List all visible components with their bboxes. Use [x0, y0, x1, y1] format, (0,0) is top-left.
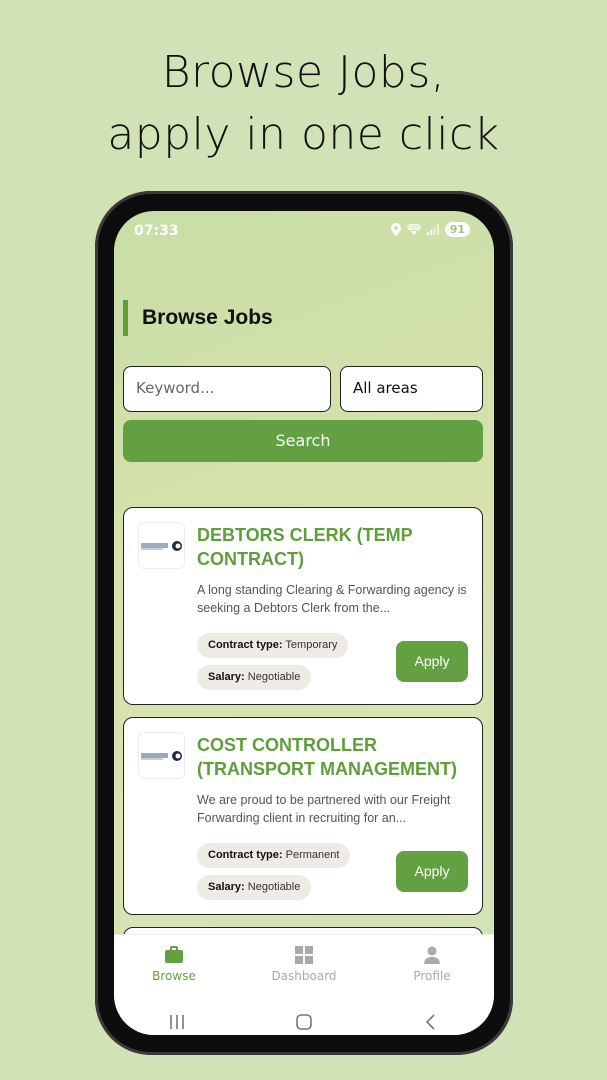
- bottom-nav: Browse Dashboard Profile: [114, 934, 494, 1035]
- briefcase-icon: [165, 946, 183, 963]
- salary-label: Salary:: [208, 881, 245, 893]
- apply-button[interactable]: Apply: [396, 851, 468, 892]
- job-description: A long standing Clearing & Forwarding ag…: [197, 583, 467, 615]
- contract-type-label: Contract type:: [208, 639, 283, 651]
- nav-item-profile[interactable]: Profile: [372, 945, 492, 983]
- nav-label-profile: Profile: [413, 969, 451, 983]
- area-select[interactable]: All areas: [340, 366, 483, 412]
- nav-item-dashboard[interactable]: Dashboard: [244, 945, 364, 983]
- salary-value: Negotiable: [247, 671, 301, 683]
- contract-type-tag: Contract type: Temporary: [197, 633, 349, 658]
- status-icons: 91: [390, 222, 470, 237]
- location-icon: [390, 223, 401, 236]
- salary-tag: Salary: Negotiable: [197, 875, 312, 900]
- nav-label-browse: Browse: [152, 969, 196, 983]
- phone-screen: 07:33 91 Browse Jobs Keyword... All area…: [114, 211, 494, 1035]
- job-card[interactable]: COST CONTROLLER (TRANSPORT MANAGEMENT) W…: [123, 717, 483, 915]
- salary-label: Salary:: [208, 671, 245, 683]
- contract-type-label: Contract type:: [208, 849, 283, 861]
- headline: Browse Jobs, apply in one click: [0, 42, 607, 166]
- search-button[interactable]: Search: [123, 420, 483, 462]
- nav-label-dashboard: Dashboard: [271, 969, 337, 983]
- blue-oak-logo-icon: [140, 750, 182, 761]
- person-icon: [424, 946, 440, 964]
- blue-oak-logo-icon: [140, 540, 182, 551]
- status-time: 07:33: [134, 223, 179, 239]
- back-icon[interactable]: [422, 1013, 440, 1030]
- apply-button[interactable]: Apply: [396, 641, 468, 682]
- job-card[interactable]: DEBTORS CLERK (TEMP CONTRACT) A long sta…: [123, 507, 483, 705]
- contract-type-tag: Contract type: Permanent: [197, 843, 351, 868]
- page-title: Browse Jobs: [123, 300, 273, 336]
- salary-value: Negotiable: [247, 881, 301, 893]
- keyword-input[interactable]: Keyword...: [123, 366, 331, 412]
- job-title[interactable]: COST CONTROLLER (TRANSPORT MANAGEMENT): [197, 733, 472, 781]
- status-bar: 07:33 91: [114, 211, 494, 253]
- contract-type-value: Temporary: [285, 639, 338, 651]
- nav-item-browse[interactable]: Browse: [114, 945, 234, 983]
- recent-apps-icon[interactable]: [168, 1014, 186, 1030]
- job-description: We are proud to be partnered with our Fr…: [197, 793, 451, 825]
- wifi-icon: [406, 224, 421, 235]
- signal-icon: [426, 224, 439, 235]
- contract-type-value: Permanent: [285, 849, 340, 861]
- home-icon[interactable]: [295, 1013, 313, 1030]
- battery-indicator: 91: [444, 222, 470, 237]
- company-logo: [138, 522, 185, 569]
- grid-icon: [295, 946, 313, 964]
- headline-line-2: apply in one click: [107, 109, 500, 160]
- job-title[interactable]: DEBTORS CLERK (TEMP CONTRACT): [197, 523, 472, 571]
- system-nav-bar: [114, 1007, 494, 1035]
- salary-tag: Salary: Negotiable: [197, 665, 312, 690]
- company-logo: [138, 732, 185, 779]
- headline-line-1: Browse Jobs,: [161, 47, 446, 98]
